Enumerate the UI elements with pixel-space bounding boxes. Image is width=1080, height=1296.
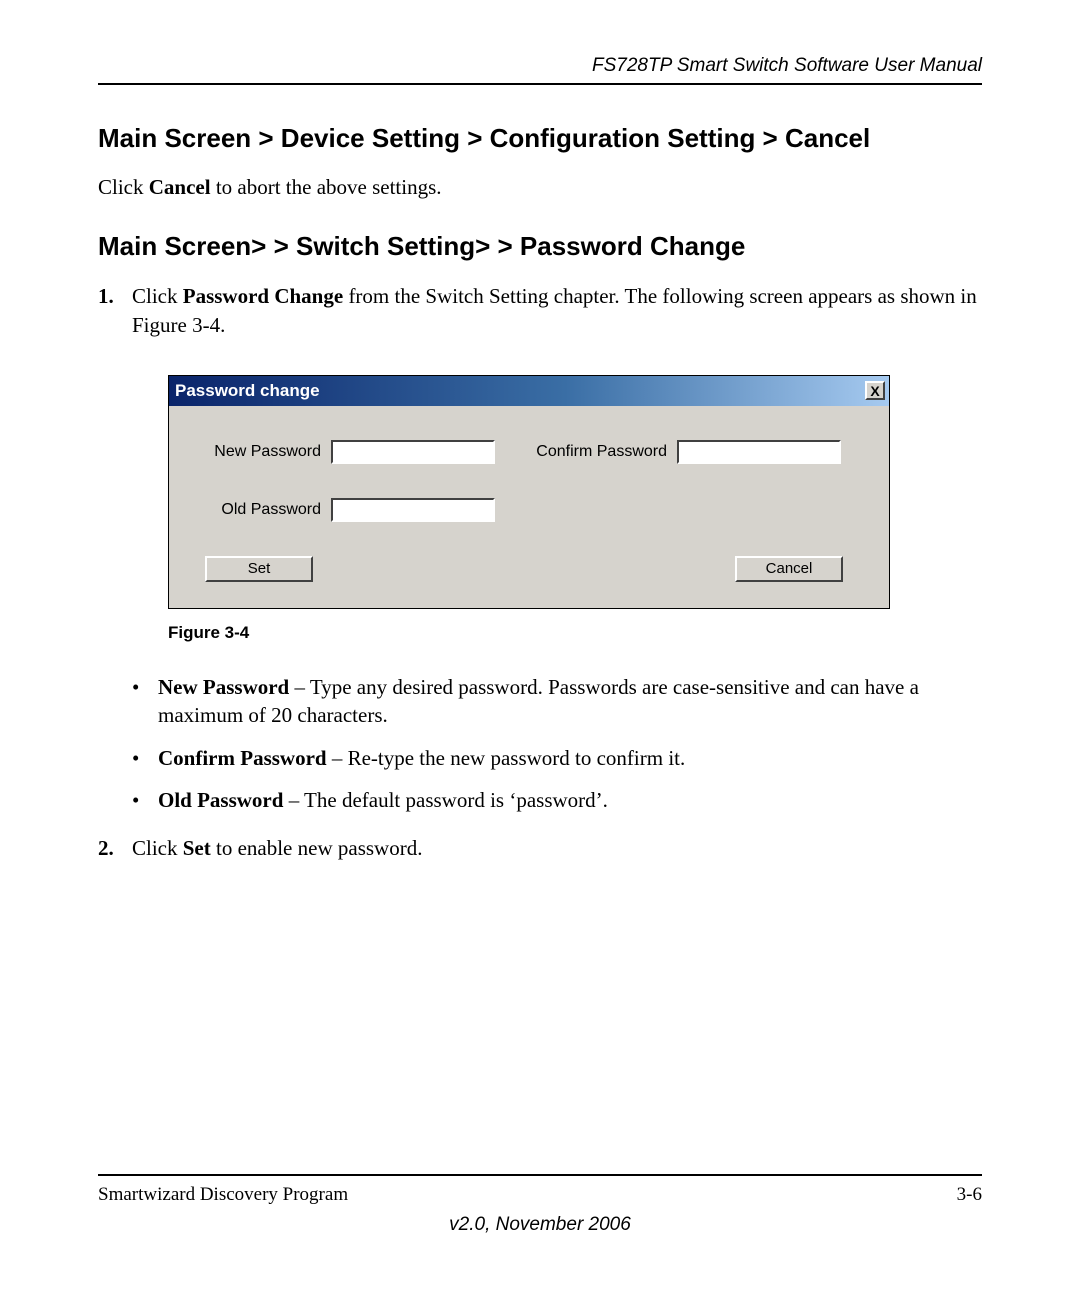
old-password-label: Old Password xyxy=(197,501,331,519)
old-password-row: Old Password xyxy=(197,498,861,522)
bullet-icon: • xyxy=(132,786,158,814)
section2-heading: Main Screen> > Switch Setting> > Passwor… xyxy=(98,231,982,262)
password-change-dialog: Password change X New Password Confirm P… xyxy=(168,375,890,609)
dialog-title: Password change xyxy=(175,381,320,401)
section1-heading: Main Screen > Device Setting > Configura… xyxy=(98,123,982,154)
text: Click xyxy=(98,175,149,199)
close-icon: X xyxy=(870,384,879,398)
bullet-body: Old Password – The default password is ‘… xyxy=(158,786,608,814)
step-body: Click Password Change from the Switch Se… xyxy=(132,282,982,339)
old-password-term: Old Password xyxy=(158,788,283,812)
text: Click xyxy=(132,836,183,860)
new-password-term: New Password xyxy=(158,675,289,699)
password-change-bold: Password Change xyxy=(183,284,343,308)
close-button[interactable]: X xyxy=(865,381,885,400)
dialog-body: New Password Confirm Password Old Passwo… xyxy=(169,406,889,608)
dialog-button-row: Set Cancel xyxy=(197,556,861,582)
page-footer: Smartwizard Discovery Program 3-6 v2.0, … xyxy=(98,1174,982,1236)
bullet-icon: • xyxy=(132,744,158,772)
section1-paragraph: Click Cancel to abort the above settings… xyxy=(98,174,982,201)
footer-left: Smartwizard Discovery Program xyxy=(98,1184,348,1206)
text: – Re-type the new password to confirm it… xyxy=(327,746,686,770)
cancel-bold: Cancel xyxy=(149,175,211,199)
bullet-confirm-password: • Confirm Password – Re-type the new pas… xyxy=(132,744,982,772)
confirm-password-field[interactable] xyxy=(677,440,841,464)
header-divider xyxy=(98,83,982,85)
confirm-password-term: Confirm Password xyxy=(158,746,327,770)
new-password-row: New Password Confirm Password xyxy=(197,440,861,464)
doc-title: FS728TP Smart Switch Software User Manua… xyxy=(98,55,982,77)
footer-divider xyxy=(98,1174,982,1176)
bullet-body: Confirm Password – Re-type the new passw… xyxy=(158,744,685,772)
step-body: Click Set to enable new password. xyxy=(132,834,982,862)
step-1: 1. Click Password Change from the Switch… xyxy=(98,282,982,339)
text: Click xyxy=(132,284,183,308)
step-2: 2. Click Set to enable new password. xyxy=(98,834,982,862)
old-password-field[interactable] xyxy=(331,498,495,522)
text: to abort the above settings. xyxy=(211,175,442,199)
dialog-titlebar: Password change X xyxy=(169,376,889,406)
confirm-password-label: Confirm Password xyxy=(531,443,677,461)
set-button[interactable]: Set xyxy=(205,556,313,582)
cancel-button[interactable]: Cancel xyxy=(735,556,843,582)
figure-caption: Figure 3-4 xyxy=(168,623,982,643)
step-number: 2. xyxy=(98,834,132,862)
bullet-icon: • xyxy=(132,673,158,730)
bullet-body: New Password – Type any desired password… xyxy=(158,673,982,730)
bullet-old-password: • Old Password – The default password is… xyxy=(132,786,982,814)
text: to enable new password. xyxy=(211,836,423,860)
footer-version: v2.0, November 2006 xyxy=(98,1214,982,1236)
bullet-new-password: • New Password – Type any desired passwo… xyxy=(132,673,982,730)
page-number: 3-6 xyxy=(957,1184,982,1206)
new-password-field[interactable] xyxy=(331,440,495,464)
step-number: 1. xyxy=(98,282,132,339)
set-bold: Set xyxy=(183,836,211,860)
new-password-label: New Password xyxy=(197,443,331,461)
text: – The default password is ‘password’. xyxy=(283,788,607,812)
